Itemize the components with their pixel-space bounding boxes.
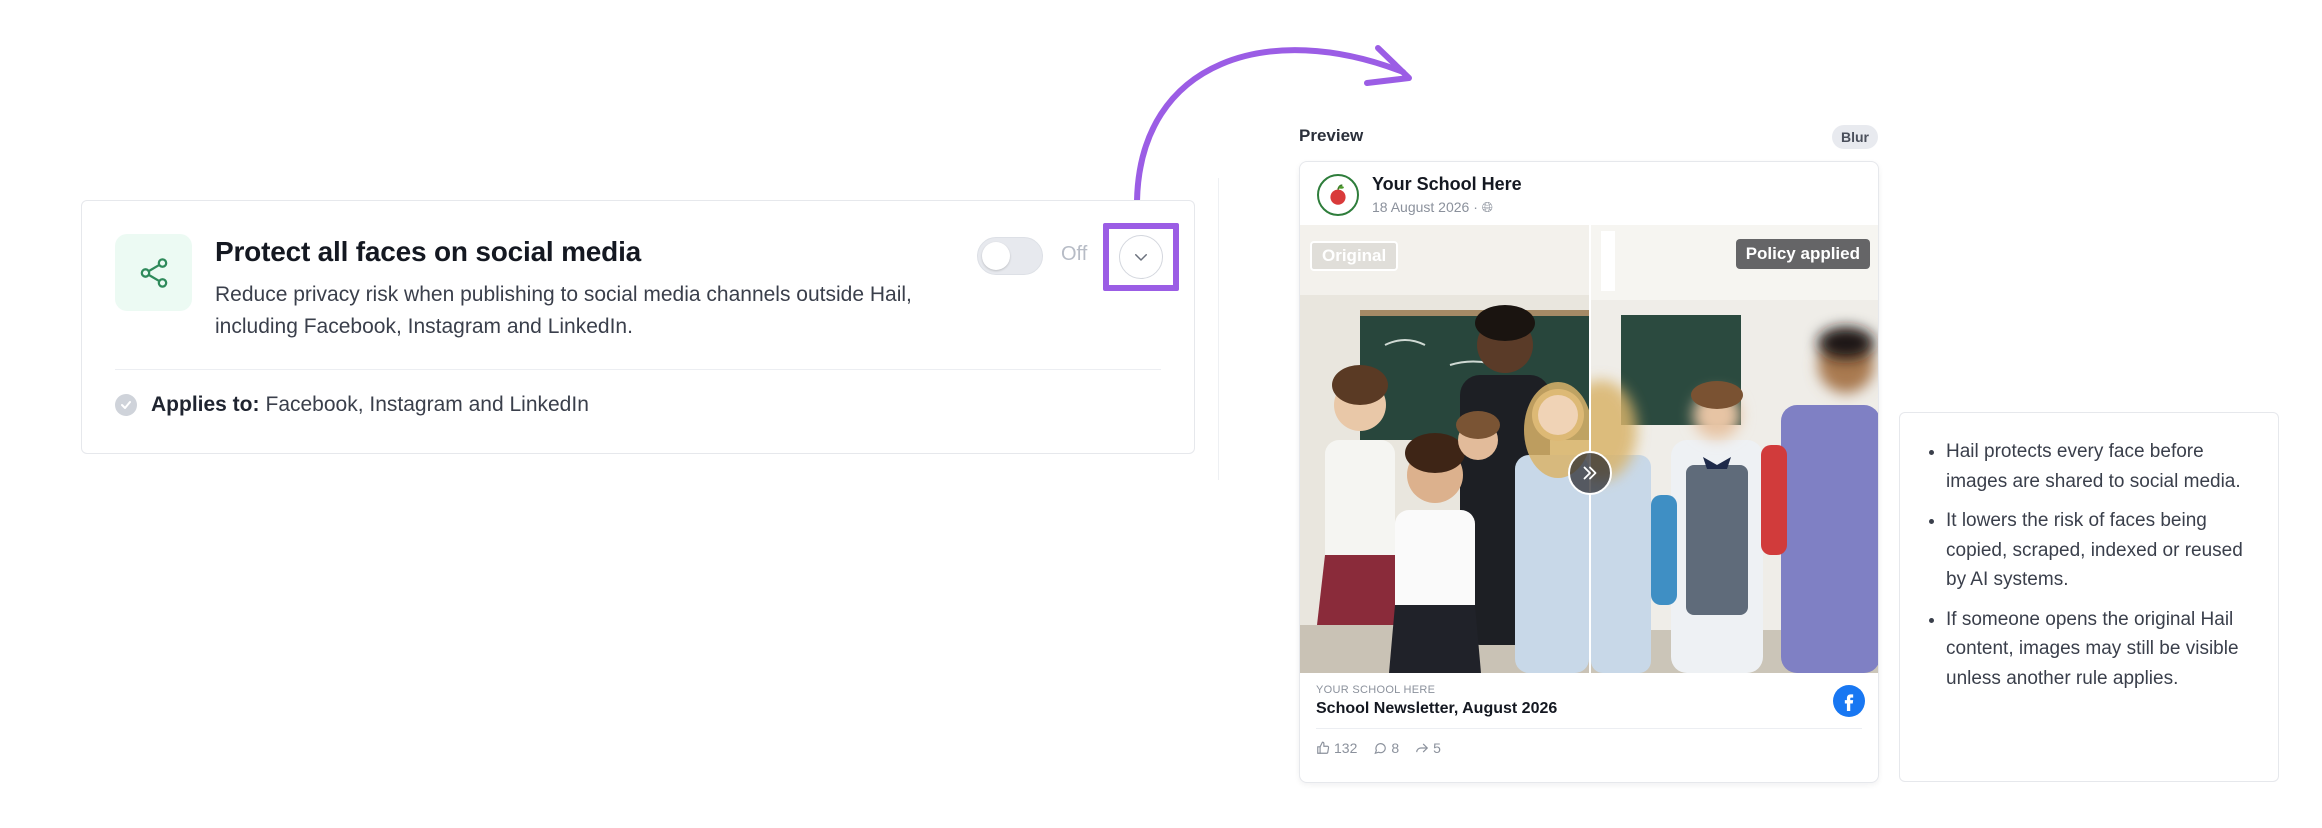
post-stats: 132 8 5 <box>1316 740 1441 756</box>
chevron-down-icon <box>1135 254 1147 261</box>
avatar <box>1317 174 1359 216</box>
policy-description: Reduce privacy risk when publishing to s… <box>215 283 912 338</box>
check-icon <box>115 394 137 416</box>
card-divider <box>115 369 1161 370</box>
photo-comparison[interactable]: Original Policy applied <box>1300 225 1878 673</box>
original-tag: Original <box>1310 241 1399 271</box>
post-author: Your School Here <box>1372 174 1522 194</box>
comment-icon <box>1374 743 1387 755</box>
policy-card: Protect all faces on social media Reduce… <box>81 200 1195 454</box>
applies-to-value: Facebook, Instagram and LinkedIn <box>265 393 589 416</box>
applies-to-label: Applies to: <box>151 393 260 416</box>
post-divider <box>1316 728 1862 729</box>
expand-highlight <box>1103 223 1179 291</box>
preview-label: Preview <box>1299 126 1364 145</box>
info-list: Hail protects every face before images a… <box>1900 413 2278 693</box>
blurred-photo <box>1591 225 1878 673</box>
share-arrow-icon <box>1416 743 1429 753</box>
section-divider <box>1218 178 1219 480</box>
split-line <box>1589 225 1591 673</box>
comments-stat: 8 <box>1373 740 1399 756</box>
expand-button[interactable] <box>1119 235 1163 279</box>
policy-title: Protect all faces on social media <box>215 236 642 267</box>
applies-to-row: Applies to: Facebook, Instagram and Link… <box>115 393 589 417</box>
info-bullet: Hail protects every face before images a… <box>1946 437 2258 496</box>
toggle-knob <box>982 242 1010 270</box>
thumbs-up-icon <box>1317 741 1330 754</box>
original-photo <box>1300 225 1589 673</box>
link-title[interactable]: School Newsletter, August 2026 <box>1316 700 1557 718</box>
info-bullet: If someone opens the original Hail conte… <box>1946 605 2258 694</box>
shares-stat: 5 <box>1415 740 1441 756</box>
toggle-state-label: Off <box>1061 243 1088 265</box>
chevrons-right-icon <box>1583 466 1597 480</box>
social-post-preview: Your School Here 18 August 2026 · 🌐︎ Ori… <box>1299 161 1879 783</box>
globe-icon: 🌐︎ <box>1481 199 1493 215</box>
facebook-icon <box>1833 685 1865 717</box>
share-icon <box>115 234 192 311</box>
info-bullet: It lowers the risk of faces being copied… <box>1946 506 2258 595</box>
split-slider-handle[interactable] <box>1568 451 1612 495</box>
policy-applied-tag: Policy applied <box>1735 239 1870 269</box>
info-panel: Hail protects every face before images a… <box>1899 412 2279 782</box>
likes-stat: 132 <box>1316 740 1357 756</box>
apple-logo-icon <box>1330 184 1346 205</box>
link-domain: YOUR SCHOOL HERE <box>1316 684 1436 696</box>
mode-badge: Blur <box>1832 125 1878 149</box>
post-date: 18 August 2026 · 🌐︎ <box>1372 199 1493 215</box>
policy-toggle[interactable] <box>977 237 1043 275</box>
